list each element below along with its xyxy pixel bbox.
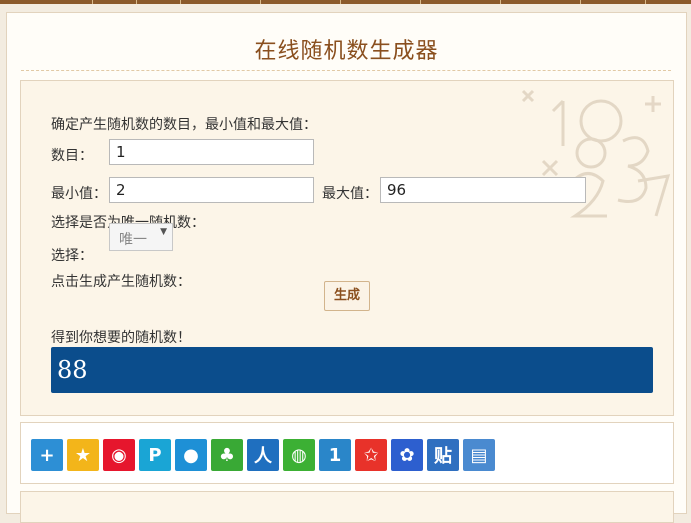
tieba-icon[interactable]: 贴 xyxy=(427,439,459,471)
unique-select[interactable]: 唯一 ▼ xyxy=(109,223,173,251)
renren-icon[interactable]: 人 xyxy=(247,439,279,471)
count-label: 数目： xyxy=(51,148,93,164)
weibo-icon[interactable]: ◉ xyxy=(103,439,135,471)
unique-select-value: 唯一 xyxy=(119,232,147,248)
result-label: 得到你想要的随机数！ xyxy=(51,330,191,346)
count-input[interactable] xyxy=(109,139,314,165)
kaixin-icon[interactable]: 1 xyxy=(319,439,351,471)
generate-prompt: 点击生成产生随机数： xyxy=(51,274,191,290)
max-label: 最大值： xyxy=(322,186,378,202)
result-display: 88 xyxy=(51,347,653,393)
favorite-star-icon[interactable]: ✩ xyxy=(355,439,387,471)
chevron-down-icon: ▼ xyxy=(160,227,167,237)
max-input[interactable] xyxy=(380,177,586,203)
title-divider xyxy=(21,70,671,71)
share-bar: + ★ ◉ P ● ♣ 人 ◍ 1 ✩ ✿ 贴 ▤ xyxy=(20,422,674,484)
bottom-panel xyxy=(20,491,674,523)
intro-text: 确定产生随机数的数目，最小值和最大值： xyxy=(51,117,317,133)
qq-icon[interactable]: ● xyxy=(175,439,207,471)
main-card: 在线随机数生成器 确定产生随机数的数目，最小值和最大值： 数目： 最小值： 最大… xyxy=(6,12,687,523)
share-icons: + ★ ◉ P ● ♣ 人 ◍ 1 ✩ ✿ 贴 ▤ xyxy=(31,439,495,471)
min-input[interactable] xyxy=(109,177,314,203)
wechat-icon[interactable]: ◍ xyxy=(283,439,315,471)
more-share-icon[interactable]: + xyxy=(31,439,63,471)
min-label: 最小值： xyxy=(51,186,107,202)
tencent-weibo-icon[interactable]: P xyxy=(139,439,171,471)
clover-icon[interactable]: ♣ xyxy=(211,439,243,471)
generate-button[interactable]: 生成 xyxy=(324,281,370,311)
top-nav-bar xyxy=(0,0,691,4)
baidu-icon[interactable]: ✿ xyxy=(391,439,423,471)
generator-panel: 确定产生随机数的数目，最小值和最大值： 数目： 最小值： 最大值： 选择是否为唯… xyxy=(20,80,674,416)
numbers-decoration xyxy=(521,89,671,218)
select-label: 选择： xyxy=(51,248,93,264)
page-title: 在线随机数生成器 xyxy=(254,39,439,64)
qzone-icon[interactable]: ★ xyxy=(67,439,99,471)
print-icon[interactable]: ▤ xyxy=(463,439,495,471)
